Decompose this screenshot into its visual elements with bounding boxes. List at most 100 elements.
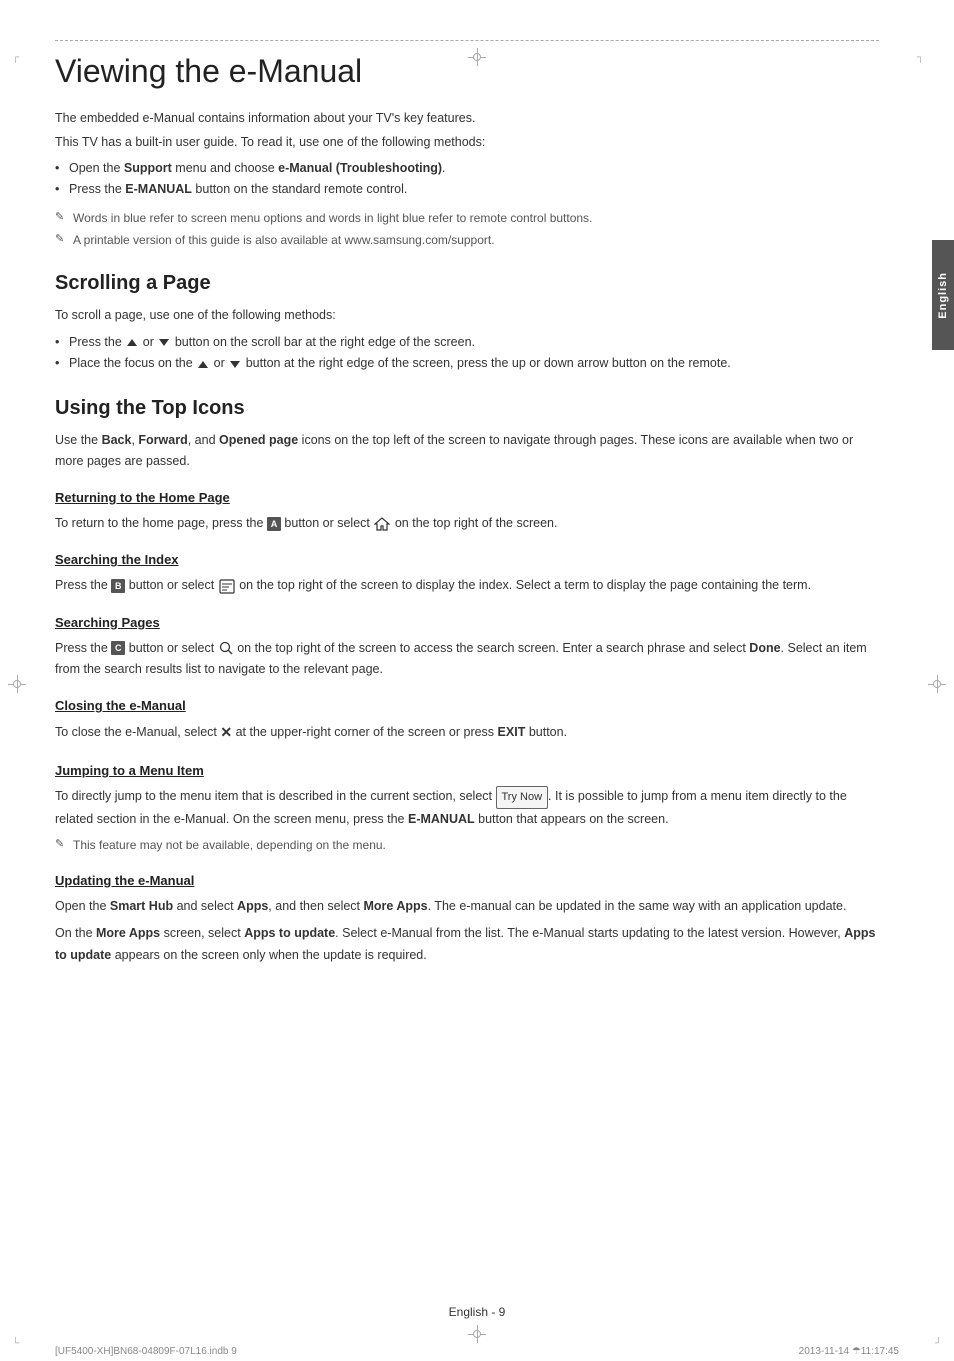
search-icon-inline xyxy=(219,641,233,655)
jumping-prefix: To directly jump to the menu item that i… xyxy=(55,789,496,803)
footer-bottom-bar: [UF5400-XH]BN68-04809F-07L16.indb 9 2013… xyxy=(55,1346,899,1357)
side-tab: English xyxy=(932,240,954,350)
searching-pages-para: Press the C button or select on the top … xyxy=(55,638,879,681)
searching-index-subheading: Searching the Index xyxy=(55,552,879,567)
page-number: English - 9 xyxy=(449,1305,506,1319)
updating-more-apps2: More Apps xyxy=(96,926,160,940)
scrolling-heading: Scrolling a Page xyxy=(55,272,879,295)
searching-index-mid: button or select xyxy=(125,578,217,592)
arrow-up-icon xyxy=(127,339,137,346)
corner-mark-br: ┘ xyxy=(935,1338,942,1349)
intro-bullets: Open the Support menu and choose e-Manua… xyxy=(55,158,879,201)
intro-bullet2: Press the E-MANUAL button on the standar… xyxy=(69,179,879,200)
scrolling-bullet2: Place the focus on the or button at the … xyxy=(69,353,879,374)
corner-mark-tr: ┐ xyxy=(917,52,924,63)
searching-index-suffix: on the top right of the screen to displa… xyxy=(239,578,811,592)
searching-pages-suffix1: on the top right of the screen to access… xyxy=(237,641,749,655)
main-content: Viewing the e-Manual The embedded e-Manu… xyxy=(55,40,899,966)
updating-para1-mid2: , and then select xyxy=(268,899,363,913)
returning-para-mid: button or select xyxy=(281,516,373,530)
corner-mark-tl: ┌ xyxy=(12,52,19,63)
updating-para2-mid1: screen, select xyxy=(160,926,244,940)
top-icons-back: Back xyxy=(102,433,132,447)
top-icons-forward: Forward xyxy=(138,433,187,447)
updating-para1-prefix: Open the xyxy=(55,899,110,913)
returning-para: To return to the home page, press the A … xyxy=(55,513,879,534)
searching-pages-mid: button or select xyxy=(125,641,217,655)
arrow-up2-icon xyxy=(198,361,208,368)
intro-bullet1-bold1: Support xyxy=(124,161,172,175)
arrow-down2-icon xyxy=(230,361,240,368)
intro-bullet2-prefix: Press the xyxy=(69,182,125,196)
updating-apps: Apps xyxy=(237,899,268,913)
intro-line1: The embedded e-Manual contains informati… xyxy=(55,108,879,128)
returning-subheading: Returning to the Home Page xyxy=(55,490,879,505)
close-x-icon: ✕ xyxy=(220,724,232,740)
updating-para1: Open the Smart Hub and select Apps, and … xyxy=(55,896,879,917)
top-icons-opened: Opened page xyxy=(219,433,298,447)
searching-index-prefix: Press the xyxy=(55,578,111,592)
jumping-emanual: E-MANUAL xyxy=(408,812,475,826)
intro-note2: A printable version of this guide is als… xyxy=(55,231,879,250)
intro-bullet2-bold: E-MANUAL xyxy=(125,182,192,196)
page-container: ┌ ┐ English Viewing the e-Manual The emb… xyxy=(0,40,954,1361)
closing-mid: at the upper-right corner of the screen … xyxy=(236,725,498,739)
updating-para2: On the More Apps screen, select Apps to … xyxy=(55,923,879,966)
searching-pages-done: Done xyxy=(749,641,780,655)
home-icon xyxy=(374,517,390,531)
crosshair-right xyxy=(928,675,946,693)
jumping-subheading: Jumping to a Menu Item xyxy=(55,763,879,778)
closing-prefix: To close the e-Manual, select xyxy=(55,725,220,739)
closing-suffix: button. xyxy=(525,725,567,739)
scrolling-bullet1: Press the or button on the scroll bar at… xyxy=(69,332,879,353)
scrolling-bullet2-prefix: Place the focus on the xyxy=(69,356,196,370)
jumping-note: This feature may not be available, depen… xyxy=(55,836,879,855)
a-button-icon: A xyxy=(267,517,281,531)
updating-para1-suffix: . The e-manual can be updated in the sam… xyxy=(428,899,847,913)
searching-pages-prefix: Press the xyxy=(55,641,111,655)
scrolling-bullets: Press the or button on the scroll bar at… xyxy=(55,332,879,375)
intro-bullet1-prefix: Open the xyxy=(69,161,124,175)
updating-more-apps: More Apps xyxy=(364,899,428,913)
searching-index-para: Press the B button or select on the top … xyxy=(55,575,879,596)
page-title: Viewing the e-Manual xyxy=(55,53,879,90)
top-icons-intro: Use the Back, Forward, and Opened page i… xyxy=(55,430,879,473)
updating-subheading: Updating the e-Manual xyxy=(55,873,879,888)
scrolling-intro: To scroll a page, use one of the followi… xyxy=(55,305,879,326)
side-tab-label: English xyxy=(937,272,949,319)
intro-note1: Words in blue refer to screen menu optio… xyxy=(55,209,879,228)
intro-bullet1-mid: menu and choose xyxy=(172,161,278,175)
searching-pages-subheading: Searching Pages xyxy=(55,615,879,630)
intro-bullet2-suffix: button on the standard remote control. xyxy=(192,182,407,196)
crosshair-bottom xyxy=(468,1325,486,1343)
intro-bullet1: Open the Support menu and choose e-Manua… xyxy=(69,158,879,179)
updating-para2-mid2: . Select e-Manual from the list. The e-M… xyxy=(335,926,844,940)
scrolling-bullet2-mid: or xyxy=(214,356,229,370)
closing-para: To close the e-Manual, select ✕ at the u… xyxy=(55,721,879,745)
intro-line2: This TV has a built-in user guide. To re… xyxy=(55,132,879,152)
closing-subheading: Closing the e-Manual xyxy=(55,698,879,713)
jumping-para1: To directly jump to the menu item that i… xyxy=(55,786,879,830)
updating-para2-prefix: On the xyxy=(55,926,96,940)
crosshair-left xyxy=(8,675,26,693)
intro-bullet1-suffix: . xyxy=(442,161,445,175)
closing-exit: EXIT xyxy=(498,725,526,739)
try-now-button[interactable]: Try Now xyxy=(496,786,549,809)
footer-left-text: [UF5400-XH]BN68-04809F-07L16.indb 9 xyxy=(55,1346,237,1357)
returning-para-suffix: on the top right of the screen. xyxy=(395,516,558,530)
index-icon xyxy=(219,579,235,594)
updating-smart-hub: Smart Hub xyxy=(110,899,173,913)
dashed-separator xyxy=(55,40,879,41)
footer-right-text: 2013-11-14 ☂11:17:45 xyxy=(799,1346,899,1357)
b-button-icon: B xyxy=(111,579,125,593)
updating-para1-mid1: and select xyxy=(173,899,237,913)
c-button-icon: C xyxy=(111,641,125,655)
crosshair-top xyxy=(468,48,486,66)
scrolling-bullet2-suffix: button at the right edge of the screen, … xyxy=(246,356,731,370)
returning-para-prefix: To return to the home page, press the xyxy=(55,516,267,530)
arrow-down-icon xyxy=(159,339,169,346)
intro-bullet1-bold2: e-Manual (Troubleshooting) xyxy=(278,161,442,175)
updating-apps-to-update: Apps to update xyxy=(244,926,335,940)
page-footer: English - 9 xyxy=(0,1305,954,1343)
jumping-suffix: button that appears on the screen. xyxy=(475,812,669,826)
